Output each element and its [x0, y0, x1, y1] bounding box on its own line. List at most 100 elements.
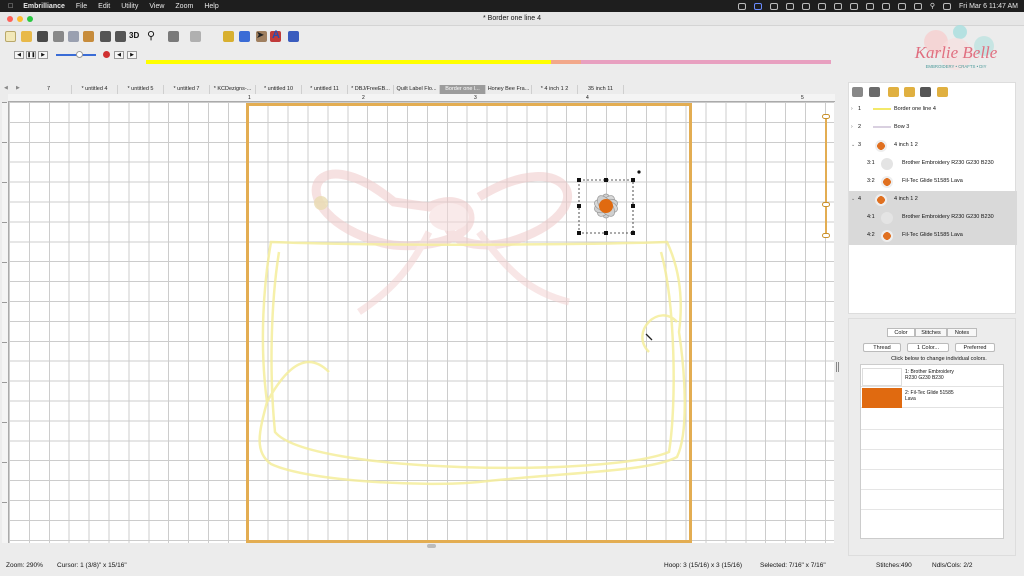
- maximize-window-button[interactable]: [27, 16, 33, 22]
- document-tab[interactable]: Border one l...: [440, 85, 486, 94]
- document-tab[interactable]: * untitled 10: [256, 85, 302, 94]
- lock-icon[interactable]: [888, 87, 899, 97]
- object-row[interactable]: 4:2 Fil-Tec Glide 51585 Lava: [849, 227, 1017, 245]
- zoom-slider-mid-knob[interactable]: [822, 202, 830, 207]
- menu-edit[interactable]: Edit: [98, 3, 110, 10]
- mirror-icon[interactable]: [100, 31, 111, 42]
- minimize-window-button[interactable]: [17, 16, 23, 22]
- prev-color-button[interactable]: ◀: [114, 51, 124, 59]
- layers-icon[interactable]: [869, 87, 880, 97]
- expand-toggle-icon[interactable]: ⌄: [851, 196, 855, 202]
- clock[interactable]: Fri Mar 6 11:47 AM: [959, 3, 1018, 10]
- notes-icon[interactable]: [223, 31, 234, 42]
- apple-icon[interactable]: : [8, 3, 13, 10]
- zoom-icon[interactable]: ⚲: [147, 29, 155, 42]
- select-tool-icon[interactable]: [239, 31, 250, 42]
- group-icon[interactable]: [852, 87, 863, 97]
- close-window-button[interactable]: [7, 16, 13, 22]
- tab-color[interactable]: Color: [887, 328, 915, 337]
- status-icon[interactable]: [801, 2, 810, 10]
- status-icon[interactable]: [849, 2, 858, 10]
- print-icon[interactable]: [53, 31, 64, 42]
- search-icon[interactable]: ⚲: [930, 2, 935, 10]
- status-icon[interactable]: [817, 2, 826, 10]
- open-folder-icon[interactable]: [21, 31, 32, 42]
- tab-stitches[interactable]: Stitches: [915, 328, 947, 337]
- object-row[interactable]: ⌄ 4 4 inch 1 2: [849, 191, 1017, 209]
- object-row[interactable]: ⌄ 3 4 inch 1 2: [849, 137, 1017, 155]
- document-tab[interactable]: Honey Bee Fra...: [486, 85, 532, 94]
- pointer-icon[interactable]: ➤: [256, 30, 264, 41]
- app-menu[interactable]: Embrilliance: [23, 3, 65, 10]
- pause-button[interactable]: ❚❚: [26, 51, 36, 59]
- speed-slider-knob[interactable]: [76, 51, 83, 58]
- play-button[interactable]: ▶: [38, 51, 48, 59]
- tab-scroll-right[interactable]: ▶: [16, 85, 20, 91]
- save-icon[interactable]: [37, 31, 48, 42]
- thread-button[interactable]: Thread: [863, 343, 901, 352]
- copy-icon[interactable]: [68, 31, 79, 42]
- paste-icon[interactable]: [83, 31, 94, 42]
- text-tool-button[interactable]: A: [272, 29, 280, 41]
- bluetooth-icon[interactable]: [897, 2, 906, 10]
- document-tab[interactable]: * untitled 5: [118, 85, 164, 94]
- new-file-icon[interactable]: [5, 31, 16, 42]
- next-color-button[interactable]: ▶: [127, 51, 137, 59]
- document-tab[interactable]: * 4 inch 1 2: [532, 85, 578, 94]
- tab-notes[interactable]: Notes: [947, 328, 977, 337]
- split-handle-icon[interactable]: [836, 362, 839, 372]
- document-tab[interactable]: * KCDezigns-...: [210, 85, 256, 94]
- menu-help[interactable]: Help: [204, 3, 218, 10]
- expand-toggle-icon[interactable]: ⌄: [851, 142, 855, 148]
- document-tab[interactable]: Quilt Label Flo...: [394, 85, 440, 94]
- canvas-zoom-scrollbar[interactable]: [822, 106, 830, 241]
- ruler-tick: [2, 502, 7, 503]
- document-tab[interactable]: * untitled 11: [302, 85, 348, 94]
- status-icon[interactable]: [865, 2, 874, 10]
- document-tab[interactable]: * DBJ/FreeEB...: [348, 85, 394, 94]
- status-icon[interactable]: [785, 2, 794, 10]
- document-tab[interactable]: 35 inch 11: [578, 85, 624, 94]
- object-row[interactable]: 3:1 Brother Embroidery R230 G230 B230: [849, 155, 1017, 173]
- tab-scroll-left[interactable]: ◀: [4, 85, 8, 91]
- status-icon[interactable]: [833, 2, 842, 10]
- needle-icon[interactable]: [168, 31, 179, 42]
- object-row[interactable]: 4:1 Brother Embroidery R230 G230 B230: [849, 209, 1017, 227]
- menu-zoom[interactable]: Zoom: [175, 3, 193, 10]
- lock-icon[interactable]: [937, 87, 948, 97]
- status-icon[interactable]: [753, 2, 762, 10]
- step-back-button[interactable]: ◀: [14, 51, 24, 59]
- object-row[interactable]: › 1 Border one line 4: [849, 101, 1017, 119]
- battery-icon[interactable]: [881, 2, 890, 10]
- control-center-icon[interactable]: [942, 2, 951, 10]
- record-icon[interactable]: [103, 51, 110, 58]
- zoom-slider-track[interactable]: [825, 114, 827, 238]
- lock-icon[interactable]: [904, 87, 915, 97]
- delete-icon[interactable]: [920, 87, 931, 97]
- expand-toggle-icon[interactable]: ›: [851, 106, 853, 112]
- document-tab[interactable]: * untitled 4: [72, 85, 118, 94]
- zoom-slider-bottom-knob[interactable]: [822, 233, 830, 238]
- ruler-tick: [2, 302, 7, 303]
- color-item[interactable]: 2: Fil-Tec Glide 51585 Lava: [861, 388, 1003, 408]
- one-color-button[interactable]: 1 Color...: [907, 343, 949, 352]
- object-row[interactable]: 3:2 Fil-Tec Glide 51585 Lava: [849, 173, 1017, 191]
- object-row[interactable]: › 2 Bow 3: [849, 119, 1017, 137]
- menu-view[interactable]: View: [149, 3, 164, 10]
- preferred-button[interactable]: Preferred: [955, 343, 995, 352]
- wifi-icon[interactable]: [913, 2, 922, 10]
- settings-icon[interactable]: [288, 31, 299, 42]
- document-tab[interactable]: 7: [26, 85, 72, 94]
- horizontal-scroll-handle[interactable]: [427, 544, 436, 548]
- menu-file[interactable]: File: [76, 3, 87, 10]
- document-tab[interactable]: * untitled 7: [164, 85, 210, 94]
- color-item[interactable]: 1: Brother Embroidery R230 G230 B230: [861, 367, 1003, 387]
- expand-toggle-icon[interactable]: ›: [851, 124, 853, 130]
- 3d-view-button[interactable]: 3D: [129, 31, 139, 40]
- zoom-slider-top-knob[interactable]: [822, 114, 830, 119]
- hoop-icon[interactable]: [190, 31, 201, 42]
- status-icon[interactable]: [737, 2, 746, 10]
- menu-utility[interactable]: Utility: [121, 3, 138, 10]
- rotate-icon[interactable]: [115, 31, 126, 42]
- status-icon[interactable]: [769, 2, 778, 10]
